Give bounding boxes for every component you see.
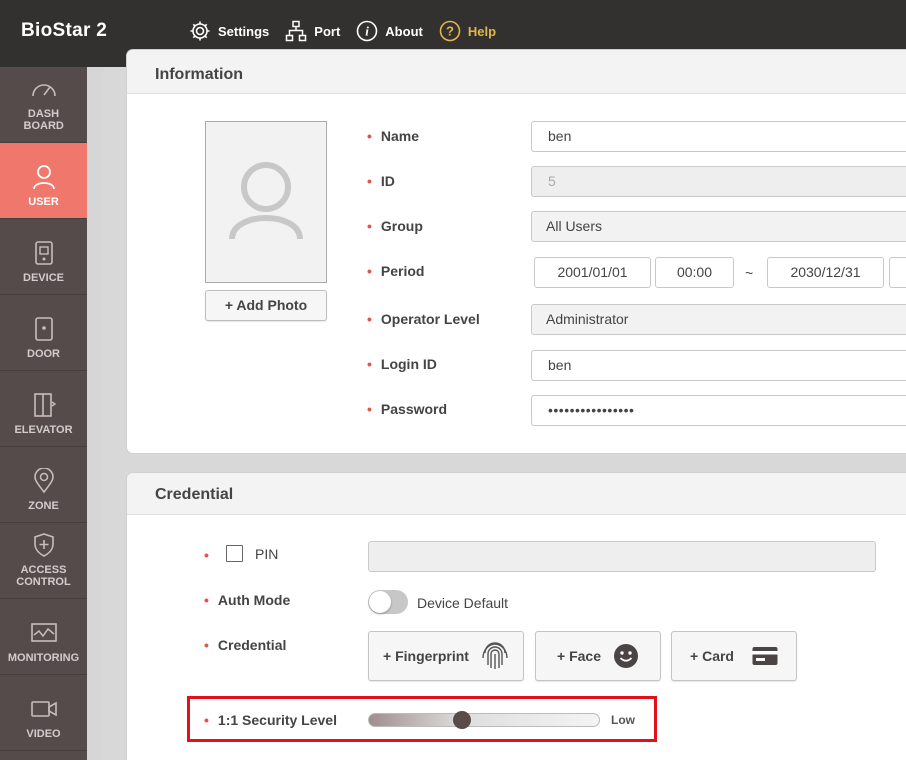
highlight-box (187, 696, 657, 742)
app-logo: BioStar 2 (21, 20, 108, 41)
face-icon (613, 643, 639, 669)
auth-mode-label: • Auth Mode (204, 592, 291, 608)
user-icon (29, 162, 59, 192)
operator-level-select[interactable]: Administrator (531, 304, 906, 335)
sidebar: DASH BOARD USER DEVICE DOOR ELEVATOR ZON… (0, 67, 87, 760)
period-start-time-field[interactable]: 00:00 (655, 257, 734, 288)
svg-text:?: ? (446, 24, 454, 39)
monitoring-icon (29, 618, 59, 648)
dashboard-icon (29, 74, 59, 104)
access-control-icon (29, 530, 59, 560)
network-icon (284, 19, 308, 43)
svg-text:i: i (365, 24, 369, 39)
user-photo (205, 121, 327, 283)
required-dot: • (204, 547, 209, 563)
content-gutter (87, 67, 103, 760)
id-label: • ID (367, 173, 395, 189)
add-card-button[interactable]: + Card (671, 631, 797, 681)
credential-label: • Credential (204, 637, 287, 653)
info-icon: i (355, 19, 379, 43)
pin-field (368, 541, 876, 572)
name-field[interactable]: ben (531, 121, 906, 152)
help-icon: ? (438, 19, 462, 43)
login-id-field[interactable]: ben (531, 350, 906, 381)
add-fingerprint-button[interactable]: + Fingerprint (368, 631, 524, 681)
sidebar-item-access-control[interactable]: ACCESS CONTROL (0, 523, 87, 599)
sidebar-item-monitoring[interactable]: MONITORING (0, 599, 87, 675)
add-photo-button[interactable]: + Add Photo (205, 290, 327, 321)
sidebar-item-label: ACCESS CONTROL (16, 564, 71, 588)
password-label: • Password (367, 401, 448, 417)
period-separator: ~ (745, 265, 754, 281)
period-end-date-field[interactable]: 2030/12/31 (767, 257, 884, 288)
card-icon (752, 646, 778, 666)
pin-label: PIN (255, 546, 279, 562)
information-heading: Information (127, 50, 906, 94)
required-dot: • (367, 401, 372, 417)
sidebar-item-label: USER (28, 196, 59, 208)
settings-button[interactable]: Settings (188, 19, 269, 43)
required-dot: • (367, 173, 372, 189)
sidebar-item-label: MONITORING (7, 652, 80, 664)
required-dot: • (204, 637, 209, 653)
settings-label: Settings (218, 23, 270, 39)
port-label: Port (314, 23, 341, 39)
port-button[interactable]: Port (284, 19, 340, 43)
sidebar-item-video[interactable]: VIDEO (0, 675, 87, 751)
sidebar-item-elevator[interactable]: ELEVATOR (0, 371, 87, 447)
required-dot: • (204, 592, 209, 608)
period-end-time-field[interactable] (889, 257, 906, 288)
required-dot: • (367, 263, 372, 279)
about-button[interactable]: i About (355, 19, 423, 43)
toggle-knob (369, 591, 391, 613)
door-icon (29, 314, 59, 344)
required-dot: • (367, 311, 372, 327)
auth-mode-toggle[interactable] (368, 590, 408, 614)
add-face-button[interactable]: + Face (535, 631, 661, 681)
pin-checkbox[interactable] (226, 545, 243, 562)
device-icon (29, 238, 59, 268)
auth-mode-value: Device Default (417, 595, 509, 611)
help-label: Help (467, 23, 497, 39)
pin-required-dot: • (204, 547, 218, 563)
fingerprint-icon (481, 641, 509, 671)
video-icon (29, 694, 59, 724)
required-dot: • (367, 128, 372, 144)
sidebar-item-dashboard[interactable]: DASH BOARD (0, 67, 87, 143)
sidebar-item-label: VIDEO (26, 728, 61, 740)
operator-level-label: • Operator Level (367, 311, 480, 327)
sidebar-item-device[interactable]: DEVICE (0, 219, 87, 295)
id-field: 5 (531, 166, 906, 197)
required-dot: • (367, 218, 372, 234)
help-button[interactable]: ? Help (438, 19, 496, 43)
credential-heading: Credential (127, 473, 906, 515)
sidebar-item-user[interactable]: USER (0, 143, 87, 219)
sidebar-item-label: ELEVATOR (14, 424, 73, 436)
required-dot: • (367, 356, 372, 372)
sidebar-item-label: DEVICE (23, 272, 64, 284)
user-placeholder-icon (228, 159, 304, 246)
zone-icon (29, 466, 59, 496)
group-select[interactable]: All Users (531, 211, 906, 242)
top-nav: Settings Port i About ? Help (188, 19, 511, 43)
login-id-label: • Login ID (367, 356, 437, 372)
elevator-icon (29, 390, 59, 420)
sidebar-item-zone[interactable]: ZONE (0, 447, 87, 523)
password-field[interactable]: •••••••••••••••• (531, 395, 906, 426)
period-label: • Period (367, 263, 425, 279)
sidebar-item-label: DASH BOARD (23, 108, 64, 132)
sidebar-item-label: DOOR (27, 348, 60, 360)
group-label: • Group (367, 218, 423, 234)
gear-icon (188, 19, 212, 43)
about-label: About (385, 23, 423, 39)
period-start-date-field[interactable]: 2001/01/01 (534, 257, 651, 288)
sidebar-item-door[interactable]: DOOR (0, 295, 87, 371)
name-label: • Name (367, 128, 420, 144)
sidebar-item-label: ZONE (28, 500, 59, 512)
